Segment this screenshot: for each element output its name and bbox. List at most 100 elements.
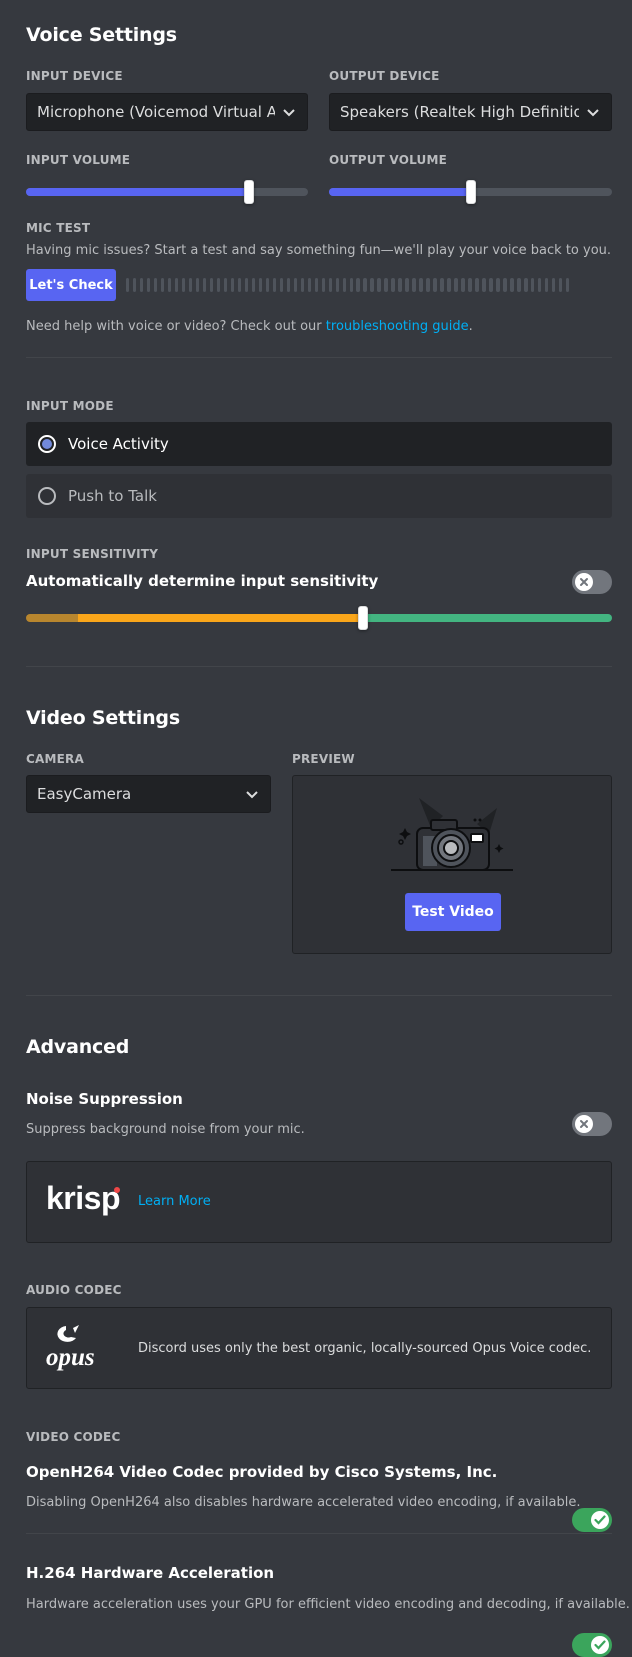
input-mode-label: INPUT MODE xyxy=(26,399,114,413)
noise-suppression-title: Noise Suppression xyxy=(26,1090,183,1108)
mic-level-bar xyxy=(349,278,353,292)
mic-level-bar xyxy=(510,278,514,292)
krisp-card: krisp Learn More xyxy=(26,1161,612,1243)
mic-level-bar xyxy=(265,278,270,292)
sensitivity-slider[interactable] xyxy=(26,606,612,630)
mic-test-description: Having mic issues? Start a test and say … xyxy=(26,243,612,258)
input-volume-slider[interactable] xyxy=(26,180,308,204)
mic-level-bar xyxy=(545,278,549,292)
chevron-down-icon xyxy=(587,109,599,117)
radio-dot xyxy=(42,439,52,449)
mic-level-bar xyxy=(440,278,444,292)
mic-test-label: MIC TEST xyxy=(26,221,91,235)
mic-level-bar xyxy=(475,278,479,292)
mic-level-bar xyxy=(503,278,507,292)
mic-level-bar xyxy=(272,278,277,292)
divider xyxy=(26,1533,612,1534)
mic-level-bar xyxy=(188,278,193,292)
mic-level-bar xyxy=(370,278,374,292)
voice-activity-label: Voice Activity xyxy=(68,435,169,453)
mic-level-bar xyxy=(426,278,430,292)
noise-suppression-description: Suppress background noise from your mic. xyxy=(26,1122,305,1137)
input-volume-fill xyxy=(26,188,249,196)
push-to-talk-label: Push to Talk xyxy=(68,487,157,505)
radio-selected-icon xyxy=(38,435,56,453)
mic-level-bar xyxy=(356,278,360,292)
mic-level-bar xyxy=(237,278,242,292)
mic-level-bar xyxy=(321,278,325,292)
output-device-label: OUTPUT DEVICE xyxy=(329,69,440,83)
mic-level-bar xyxy=(447,278,451,292)
mic-level-bar xyxy=(258,278,263,292)
opus-card: opus Discord uses only the best organic,… xyxy=(26,1307,612,1389)
input-device-value: Microphone (Voicemod Virtual Audio Devic… xyxy=(37,103,275,121)
mic-level-bar xyxy=(139,278,144,292)
input-device-label: INPUT DEVICE xyxy=(26,69,123,83)
check-icon xyxy=(591,1636,609,1654)
mic-level-bar xyxy=(132,278,137,292)
divider xyxy=(26,995,612,996)
troubleshooting-guide-link[interactable]: troubleshooting guide xyxy=(326,319,469,334)
sensitivity-dim-segment xyxy=(26,614,78,622)
radio-push-to-talk[interactable]: Push to Talk xyxy=(26,474,612,518)
mic-level-bar xyxy=(293,278,298,292)
input-volume-thumb[interactable] xyxy=(244,180,254,204)
output-volume-fill xyxy=(329,188,471,196)
x-icon xyxy=(575,573,593,591)
mic-level-bar xyxy=(489,278,493,292)
radio-voice-activity[interactable]: Voice Activity xyxy=(26,422,612,466)
help-text-prefix: Need help with voice or video? Check out… xyxy=(26,319,322,334)
output-device-select[interactable]: Speakers (Realtek High Definition Audio) xyxy=(329,93,612,131)
mic-level-bar xyxy=(209,278,214,292)
mic-level-bar xyxy=(482,278,486,292)
output-volume-slider[interactable] xyxy=(329,180,612,204)
mic-level-bar xyxy=(286,278,291,292)
openh264-title: OpenH264 Video Codec provided by Cisco S… xyxy=(26,1463,498,1481)
video-preview-panel: Test Video xyxy=(292,775,612,954)
mic-level-bar xyxy=(167,278,172,292)
mic-level-bar xyxy=(468,278,472,292)
mic-level-bar xyxy=(531,278,535,292)
mic-level-bar xyxy=(433,278,437,292)
mic-level-bar xyxy=(517,278,521,292)
mic-level-bar xyxy=(279,278,284,292)
lets-check-button[interactable]: Let's Check xyxy=(26,269,116,301)
auto-sensitivity-toggle[interactable] xyxy=(572,570,612,594)
mic-level-bar xyxy=(496,278,500,292)
opus-description: Discord uses only the best organic, loca… xyxy=(138,1341,592,1356)
input-device-select[interactable]: Microphone (Voicemod Virtual Audio Devic… xyxy=(26,93,308,131)
camera-illustration-icon xyxy=(391,798,513,871)
openh264-toggle[interactable] xyxy=(572,1508,612,1532)
h264-description: Hardware acceleration uses your GPU for … xyxy=(26,1597,630,1612)
mic-level-bar xyxy=(153,278,158,292)
mic-level-bar xyxy=(181,278,186,292)
krisp-learn-more-link[interactable]: Learn More xyxy=(138,1194,211,1209)
mic-level-bar xyxy=(391,278,395,292)
mic-level-bar xyxy=(384,278,388,292)
chevron-down-icon xyxy=(246,791,258,799)
check-icon xyxy=(591,1511,609,1529)
mic-level-bar xyxy=(195,278,200,292)
sensitivity-low-segment xyxy=(78,614,363,622)
h264-toggle[interactable] xyxy=(572,1633,612,1657)
sensitivity-thumb[interactable] xyxy=(358,606,368,630)
noise-suppression-toggle[interactable] xyxy=(572,1112,612,1136)
mic-level-bar xyxy=(307,278,311,292)
divider xyxy=(26,666,612,667)
mic-level-bar xyxy=(412,278,416,292)
output-volume-thumb[interactable] xyxy=(466,180,476,204)
camera-select[interactable]: EasyCamera xyxy=(26,775,271,813)
mic-level-bar xyxy=(405,278,409,292)
mic-level-bar xyxy=(216,278,221,292)
mic-level-bar xyxy=(126,278,130,292)
mic-level-bar xyxy=(538,278,542,292)
mic-level-meter xyxy=(126,278,570,292)
openh264-description: Disabling OpenH264 also disables hardwar… xyxy=(26,1495,581,1510)
test-video-button[interactable]: Test Video xyxy=(405,893,501,931)
mic-level-bar xyxy=(223,278,228,292)
camera-label: CAMERA xyxy=(26,752,84,766)
mic-level-bar xyxy=(363,278,367,292)
mic-level-bar xyxy=(251,278,256,292)
video-codec-label: VIDEO CODEC xyxy=(26,1430,121,1444)
mic-level-bar xyxy=(146,278,151,292)
